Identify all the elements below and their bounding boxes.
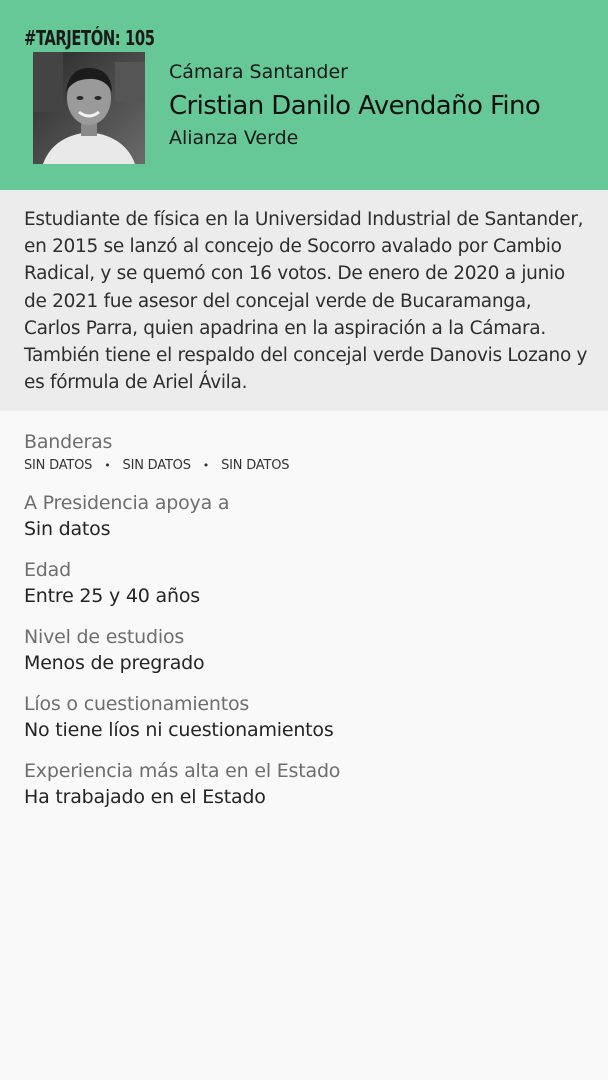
field-label: Edad	[24, 559, 71, 581]
field-experiencia: Experiencia más alta en el Estado Ha tra…	[24, 758, 584, 810]
field-value: No tiene líos ni cuestionamientos	[24, 719, 334, 741]
field-edad: Edad Entre 25 y 40 años	[24, 557, 584, 609]
flag-item: SIN DATOS	[24, 458, 93, 473]
candidate-header: #TARJETÓN: 105 Cámara Santander Cristian…	[0, 0, 608, 190]
separator-dot-icon: •	[104, 459, 111, 472]
field-label: Banderas	[24, 431, 113, 453]
chamber-label: Cámara Santander	[169, 61, 348, 83]
field-value: Entre 25 y 40 años	[24, 585, 200, 607]
candidate-photo	[33, 52, 145, 164]
flags-list: SIN DATOS • SIN DATOS • SIN DATOS	[24, 457, 584, 475]
field-label: A Presidencia apoya a	[24, 492, 230, 514]
field-value: Ha trabajado en el Estado	[24, 786, 266, 808]
field-label: Experiencia más alta en el Estado	[24, 760, 341, 782]
candidate-bio: Estudiante de física en la Universidad I…	[0, 190, 608, 411]
field-label: Líos o cuestionamientos	[24, 693, 250, 715]
ballot-number-tag: #TARJETÓN: 105	[24, 26, 155, 50]
field-presidencia: A Presidencia apoya a Sin datos	[24, 490, 584, 542]
candidate-name: Cristian Danilo Avendaño Fino	[169, 91, 541, 121]
field-lios: Líos o cuestionamientos No tiene líos ni…	[24, 691, 584, 743]
flag-item: SIN DATOS	[122, 458, 191, 473]
field-banderas: Banderas SIN DATOS • SIN DATOS • SIN DAT…	[24, 429, 584, 475]
field-nivel-estudios: Nivel de estudios Menos de pregrado	[24, 624, 584, 676]
separator-dot-icon: •	[202, 459, 210, 472]
field-label: Nivel de estudios	[24, 626, 185, 648]
candidate-details: Banderas SIN DATOS • SIN DATOS • SIN DAT…	[0, 411, 608, 810]
field-value: Sin datos	[24, 518, 111, 540]
party-name: Alianza Verde	[169, 127, 299, 149]
flag-item: SIN DATOS	[221, 458, 290, 473]
field-value: Menos de pregrado	[24, 652, 205, 674]
